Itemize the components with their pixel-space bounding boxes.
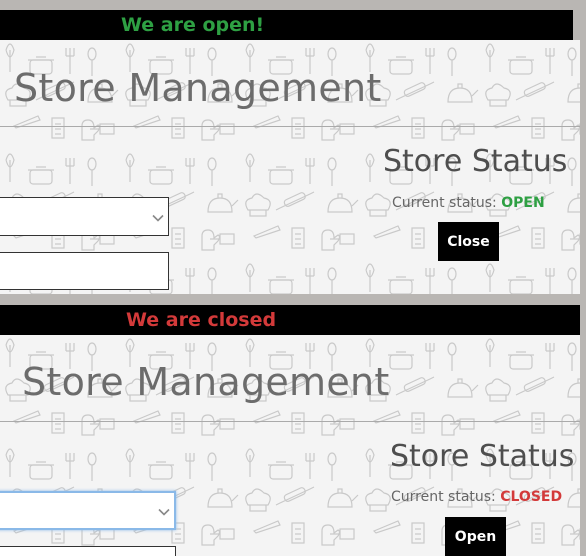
store-select[interactable]	[0, 491, 176, 530]
status-label: Current status:	[391, 489, 496, 505]
banner-text: We are open!	[121, 14, 265, 36]
page-title: Store Management	[22, 360, 390, 404]
banner-text: We are closed	[126, 309, 277, 331]
status-heading: Store Status	[383, 144, 568, 179]
store-closed-screen: We are closed Store Management Store Sta…	[0, 302, 580, 556]
status-banner: We are open!	[0, 10, 573, 40]
title-divider	[0, 126, 580, 127]
status-heading: Store Status	[390, 439, 575, 474]
main-area: Store Management Store Status Current st…	[0, 335, 580, 556]
main-area: Store Management Store Status Current st…	[0, 40, 580, 294]
current-status: Current status: OPEN	[392, 195, 545, 211]
store-open-screen: We are open! Store Management Store Stat…	[0, 0, 580, 294]
chevron-down-icon	[152, 207, 164, 226]
text-input[interactable]	[0, 546, 176, 556]
close-store-button[interactable]: Close	[438, 222, 499, 261]
page-title: Store Management	[14, 66, 382, 110]
open-store-button[interactable]: Open	[445, 517, 506, 556]
status-label: Current status:	[392, 195, 497, 211]
current-status: Current status: CLOSED	[391, 489, 562, 505]
status-value: CLOSED	[500, 489, 563, 505]
status-value: OPEN	[501, 195, 545, 211]
status-banner: We are closed	[0, 305, 580, 335]
chevron-down-icon	[158, 501, 170, 520]
store-select[interactable]	[0, 197, 169, 236]
text-input[interactable]	[0, 252, 169, 290]
title-divider	[0, 421, 580, 422]
